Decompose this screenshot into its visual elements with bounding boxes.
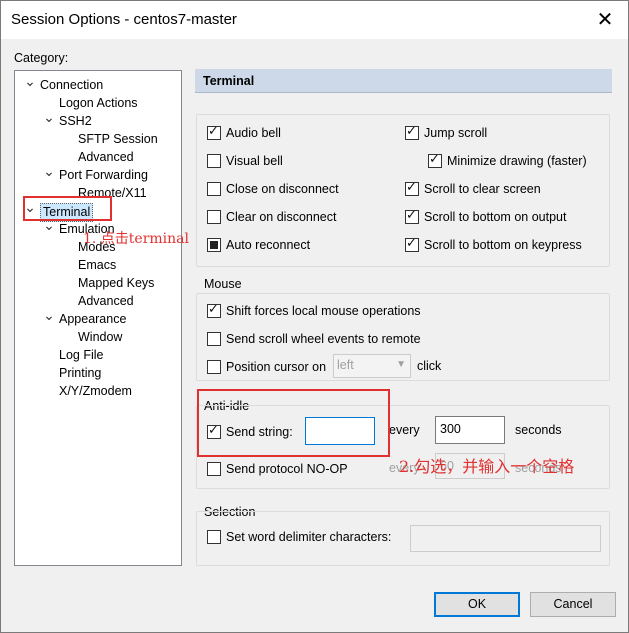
- visual-bell-checkbox[interactable]: Visual bell: [207, 153, 283, 171]
- checkbox-box: [207, 360, 221, 374]
- tree-item-label: Log File: [59, 348, 104, 362]
- position-cursor-checkbox[interactable]: Position cursor on: [207, 359, 326, 377]
- chevron-down-icon: ▼: [396, 359, 406, 370]
- clear-on-disconnect-checkbox[interactable]: Clear on disconnect: [207, 209, 336, 227]
- mouse-group-title: Mouse: [204, 277, 242, 291]
- checkbox-box: [207, 332, 221, 346]
- session-options-window: Session Options - centos7-master ✕ Categ…: [0, 0, 629, 633]
- annotation-step1-text: 1. 点击terminal: [83, 231, 190, 247]
- checkbox-box: [207, 238, 221, 252]
- scroll-bottom-keypress-checkbox[interactable]: Scroll to bottom on keypress: [405, 236, 582, 255]
- tree-item-label: Advanced: [78, 150, 134, 164]
- audio-bell-checkbox[interactable]: Audio bell: [207, 124, 281, 143]
- checkbox-box: [207, 124, 221, 140]
- checkbox-box: [207, 302, 221, 318]
- tree-item-label: SFTP Session: [78, 132, 158, 146]
- category-label: Category:: [14, 51, 69, 65]
- scroll-clear-screen-checkbox[interactable]: Scroll to clear screen: [405, 180, 541, 199]
- checkbox-box: [207, 182, 221, 196]
- send-noop-checkbox[interactable]: Send protocol NO-OP: [207, 461, 348, 479]
- seconds-label: seconds: [515, 423, 562, 437]
- jump-scroll-checkbox[interactable]: Jump scroll: [405, 124, 487, 143]
- tree-item-label: X/Y/Zmodem: [59, 384, 132, 398]
- checkbox-box: [207, 154, 221, 168]
- chevron-down-icon[interactable]: ⌄: [24, 73, 36, 90]
- ok-button[interactable]: OK: [434, 592, 520, 617]
- checkbox-box: [405, 236, 419, 252]
- position-cursor-select[interactable]: left ▼: [333, 354, 411, 378]
- chevron-down-icon[interactable]: ⌄: [43, 109, 55, 126]
- tree-item-label: Advanced: [78, 294, 134, 308]
- close-icon[interactable]: ✕: [582, 1, 628, 39]
- tree-item-label: Printing: [59, 366, 102, 380]
- tree-item-label: Emacs: [78, 258, 117, 272]
- tree-item-label: Mapped Keys: [78, 276, 155, 290]
- chevron-down-icon[interactable]: ⌄: [43, 163, 55, 180]
- minimize-drawing-checkbox[interactable]: Minimize drawing (faster): [428, 152, 587, 171]
- checkbox-box: [405, 180, 419, 196]
- checkbox-box: [428, 152, 442, 168]
- every-label: every: [389, 423, 420, 437]
- category-tree[interactable]: ⌄ Connection Logon Actions ⌄ SSH2 SFTP Sessio…: [14, 70, 182, 566]
- shift-forces-checkbox[interactable]: Shift forces local mouse operations: [207, 302, 421, 321]
- click-label: click: [417, 359, 442, 373]
- window-title: Session Options - centos7-master: [11, 11, 237, 28]
- tree-item-label: Port Forwarding: [59, 168, 148, 182]
- annotation-terminal-box: [23, 196, 112, 221]
- tree-item-label: Logon Actions: [59, 96, 138, 110]
- auto-reconnect-checkbox[interactable]: Auto reconnect: [207, 237, 310, 255]
- checkbox-box: [405, 208, 419, 224]
- checkbox-box: [405, 124, 419, 140]
- annotation-anti-idle-box: [197, 389, 390, 457]
- tree-item-label: Connection: [40, 78, 104, 92]
- every-seconds-input[interactable]: 300: [435, 416, 505, 444]
- checkbox-box: [207, 462, 221, 476]
- tree-item-label: Appearance: [59, 312, 127, 326]
- checkbox-box: [207, 530, 221, 544]
- send-scroll-checkbox[interactable]: Send scroll wheel events to remote: [207, 331, 421, 349]
- word-delimiter-checkbox[interactable]: Set word delimiter characters:: [207, 529, 391, 547]
- title-bar: Session Options - centos7-master ✕: [1, 1, 628, 39]
- word-delimiter-input[interactable]: [410, 525, 601, 552]
- annotation-step2-text: 2.勾选，并输入一个空格: [399, 457, 575, 476]
- panel-title: Terminal: [195, 69, 612, 93]
- close-on-disconnect-checkbox[interactable]: Close on disconnect: [207, 181, 339, 199]
- tree-item-label: Window: [78, 330, 123, 344]
- checkbox-box: [207, 210, 221, 224]
- tree-item-label: SSH2: [59, 114, 92, 128]
- scroll-bottom-output-checkbox[interactable]: Scroll to bottom on output: [405, 208, 566, 227]
- cancel-button[interactable]: Cancel: [530, 592, 616, 617]
- chevron-down-icon[interactable]: ⌄: [43, 307, 55, 324]
